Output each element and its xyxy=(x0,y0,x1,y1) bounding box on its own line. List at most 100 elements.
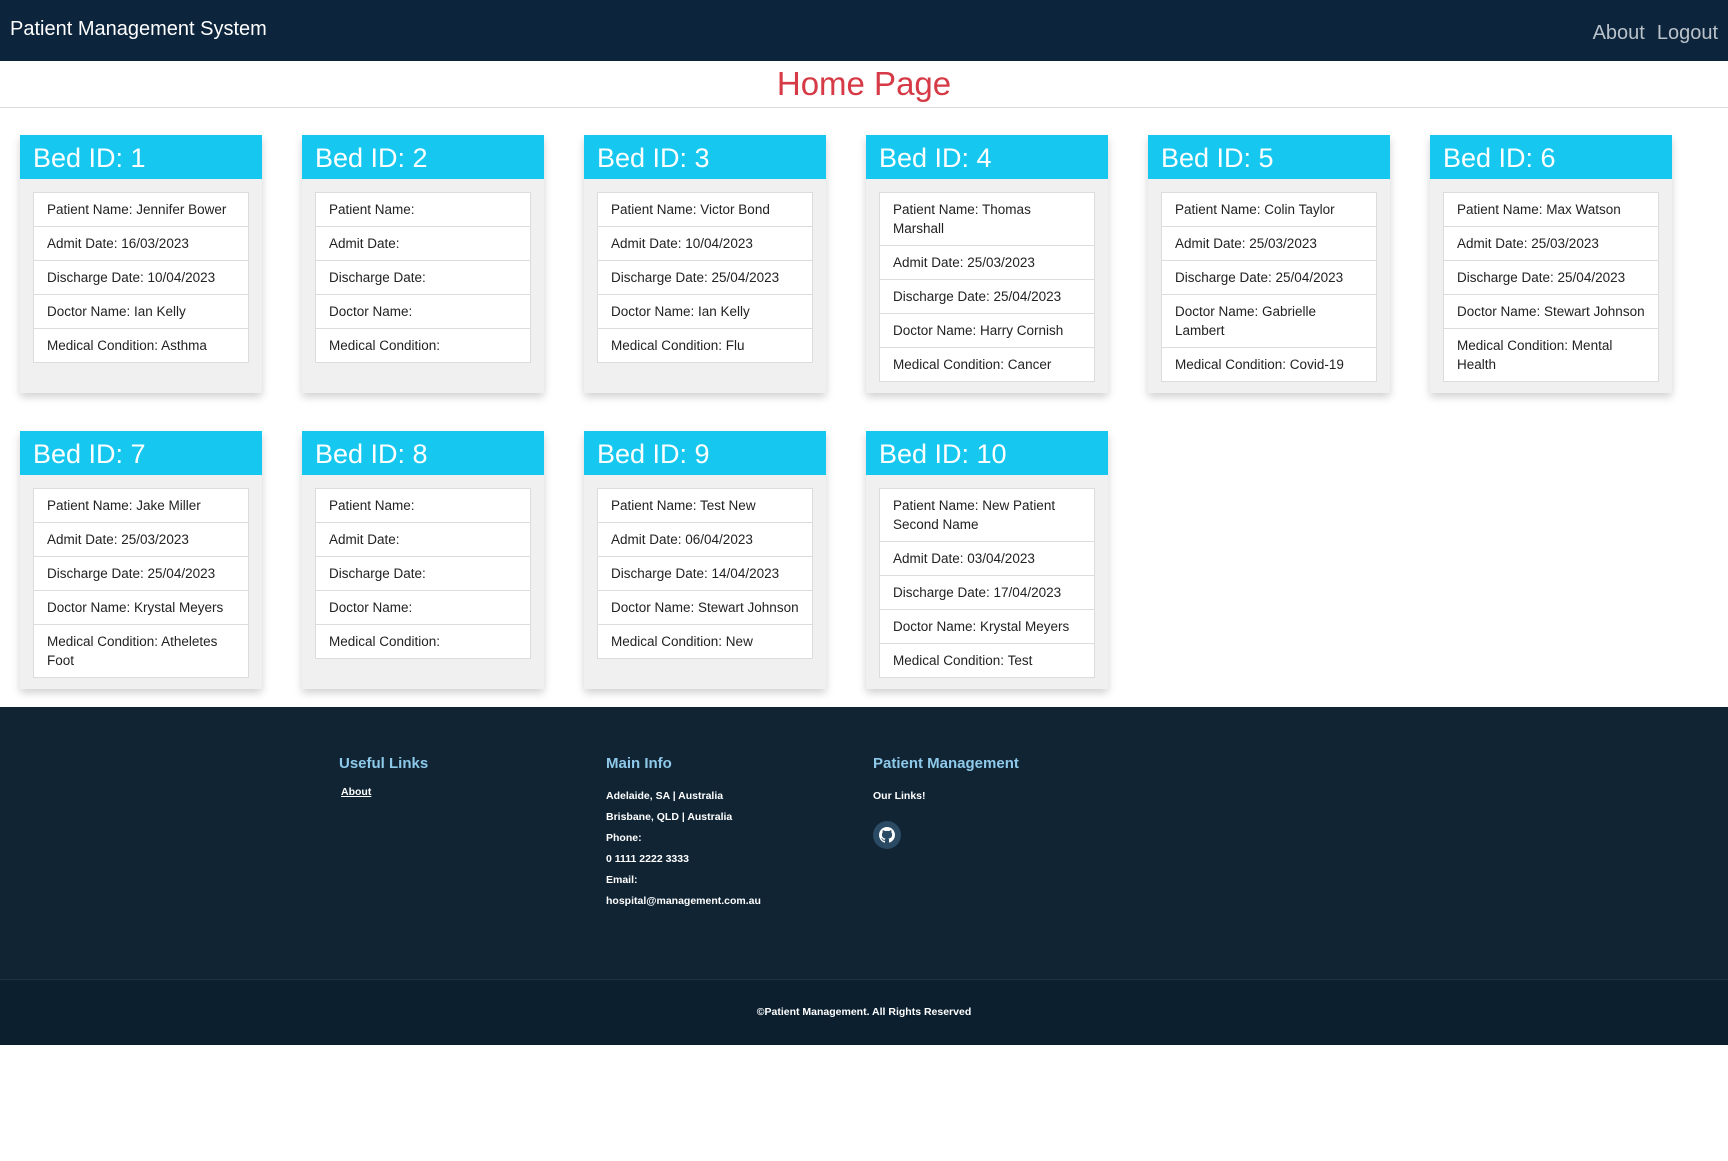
bed-admit-date: Admit Date: 03/04/2023 xyxy=(880,541,1094,575)
bed-admit-date: Admit Date: xyxy=(316,226,530,260)
bed-header: Bed ID: 3 xyxy=(584,135,826,179)
our-links-label: Our Links! xyxy=(873,790,926,802)
bed-admit-date: Admit Date: 25/03/2023 xyxy=(1162,226,1376,260)
github-icon xyxy=(879,827,895,843)
bed-discharge-date: Discharge Date: 17/04/2023 xyxy=(880,575,1094,609)
bed-medical-condition: Medical Condition: Flu xyxy=(598,328,812,362)
bed-header: Bed ID: 7 xyxy=(20,431,262,475)
bed-details-list: Patient Name: Admit Date: Discharge Date: D… xyxy=(315,192,531,363)
bed-card: Bed ID: 10 Patient Name: New Patient Seco… xyxy=(866,431,1108,689)
bed-discharge-date: Discharge Date: xyxy=(316,556,530,590)
bed-doctor-name: Doctor Name: Stewart Johnson xyxy=(598,590,812,624)
bed-admit-date: Admit Date: 25/03/2023 xyxy=(880,245,1094,279)
bed-header: Bed ID: 10 xyxy=(866,431,1108,475)
bed-medical-condition: Medical Condition: Asthma xyxy=(34,328,248,362)
main-info-list: Adelaide, SA | Australia Brisbane, QLD |… xyxy=(606,786,761,912)
bed-discharge-date: Discharge Date: 25/04/2023 xyxy=(880,279,1094,313)
bed-patient-name: Patient Name: xyxy=(329,202,415,217)
bed-doctor-name: Doctor Name: Harry Cornish xyxy=(880,313,1094,347)
bed-admit-date: Admit Date: xyxy=(316,522,530,556)
bed-header: Bed ID: 2 xyxy=(302,135,544,179)
bed-medical-condition: Medical Condition: xyxy=(316,624,530,658)
email-value: hospital@management.com.au xyxy=(606,895,761,907)
bed-patient-name: Patient Name: Jennifer Bower xyxy=(47,202,227,217)
bed-doctor-name: Doctor Name: Stewart Johnson xyxy=(1444,294,1658,328)
bed-details-list: Patient Name: Test New Admit Date: 06/04/… xyxy=(597,488,813,659)
bed-details-list: Patient Name: Jake Miller Admit Date: 25/… xyxy=(33,488,249,678)
footer-about-link[interactable]: About xyxy=(341,786,428,798)
bed-doctor-name: Doctor Name: Krystal Meyers xyxy=(34,590,248,624)
bed-patient-name: Patient Name: Test New xyxy=(611,498,756,513)
bed-discharge-date: Discharge Date: 10/04/2023 xyxy=(34,260,248,294)
bed-details-list: Patient Name: Admit Date: Discharge Date: D… xyxy=(315,488,531,659)
bed-patient-name: Patient Name: xyxy=(329,498,415,513)
bed-admit-date: Admit Date: 06/04/2023 xyxy=(598,522,812,556)
bed-card: Bed ID: 9 Patient Name: Test New Admit Dat… xyxy=(584,431,826,689)
page-title: Home Page xyxy=(776,65,952,102)
address-brisbane: Brisbane, QLD | Australia xyxy=(606,811,733,823)
bed-details-list: Patient Name: Jennifer Bower Admit Date: … xyxy=(33,192,249,363)
bed-patient-name: Patient Name: Max Watson xyxy=(1457,202,1621,217)
bed-doctor-name: Doctor Name: Gabrielle Lambert xyxy=(1162,294,1376,347)
footer-main-info: Main Info Adelaide, SA | Australia Brisb… xyxy=(606,755,761,912)
phone-label: Phone: xyxy=(606,832,642,844)
bed-discharge-date: Discharge Date: 25/04/2023 xyxy=(1444,260,1658,294)
bed-discharge-date: Discharge Date: 14/04/2023 xyxy=(598,556,812,590)
bed-details-list: Patient Name: New Patient Second Name Adm… xyxy=(879,488,1095,678)
bed-details-list: Patient Name: Victor Bond Admit Date: 10/… xyxy=(597,192,813,363)
bed-medical-condition: Medical Condition: Mental Health xyxy=(1444,328,1658,381)
phone-value: 0 1111 2222 3333 xyxy=(606,853,689,865)
bed-medical-condition: Medical Condition: Cancer xyxy=(880,347,1094,381)
bed-header: Bed ID: 9 xyxy=(584,431,826,475)
email-label: Email: xyxy=(606,874,638,886)
bed-card: Bed ID: 3 Patient Name: Victor Bond Admit … xyxy=(584,135,826,393)
bed-card: Bed ID: 4 Patient Name: Thomas Marshall Ad… xyxy=(866,135,1108,393)
bed-header: Bed ID: 1 xyxy=(20,135,262,179)
bed-header: Bed ID: 5 xyxy=(1148,135,1390,179)
bed-doctor-name: Doctor Name: Krystal Meyers xyxy=(880,609,1094,643)
brand-title[interactable]: Patient Management System xyxy=(10,18,267,41)
bed-discharge-date: Discharge Date: 25/04/2023 xyxy=(598,260,812,294)
bed-medical-condition: Medical Condition: xyxy=(316,328,530,362)
bed-card: Bed ID: 5 Patient Name: Colin Taylor Admit… xyxy=(1148,135,1390,393)
bed-patient-name: Patient Name: Colin Taylor xyxy=(1175,202,1335,217)
useful-links-heading: Useful Links xyxy=(339,755,429,772)
bed-patient-name: Patient Name: Jake Miller xyxy=(47,498,201,513)
bed-card: Bed ID: 7 Patient Name: Jake Miller Admit … xyxy=(20,431,262,689)
bed-patient-name: Patient Name: New Patient Second Name xyxy=(893,498,1056,532)
bed-header: Bed ID: 4 xyxy=(866,135,1108,179)
bed-doctor-name: Doctor Name: Ian Kelly xyxy=(34,294,248,328)
bed-medical-condition: Medical Condition: New xyxy=(598,624,812,658)
bed-card: Bed ID: 6 Patient Name: Max Watson Admit D… xyxy=(1430,135,1672,393)
bed-patient-name: Patient Name: Victor Bond xyxy=(611,202,770,217)
nav-links: About Logout xyxy=(1593,22,1718,45)
bed-card: Bed ID: 1 Patient Name: Jennifer Bower Adm… xyxy=(20,135,262,393)
footer-copyright: ©Patient Management. All Rights Reserved xyxy=(0,979,1728,1045)
bed-admit-date: Admit Date: 10/04/2023 xyxy=(598,226,812,260)
bed-card: Bed ID: 8 Patient Name: Admit Date: Dischar… xyxy=(302,431,544,689)
nav-logout-link[interactable]: Logout xyxy=(1657,22,1718,45)
patient-management-heading: Patient Management xyxy=(873,755,1019,772)
bed-admit-date: Admit Date: 25/03/2023 xyxy=(34,522,248,556)
bed-header: Bed ID: 6 xyxy=(1430,135,1672,179)
nav-about-link[interactable]: About xyxy=(1593,22,1645,45)
page-header: Home Page xyxy=(0,61,1728,108)
bed-admit-date: Admit Date: 16/03/2023 xyxy=(34,226,248,260)
bed-medical-condition: Medical Condition: Test xyxy=(880,643,1094,677)
bed-doctor-name: Doctor Name: Ian Kelly xyxy=(598,294,812,328)
navbar: Patient Management System About Logout xyxy=(0,0,1728,61)
bed-details-list: Patient Name: Max Watson Admit Date: 25/0… xyxy=(1443,192,1659,382)
footer-patient-management: Patient Management Our Links! xyxy=(873,755,1019,849)
bed-header: Bed ID: 8 xyxy=(302,431,544,475)
bed-grid: Bed ID: 1 Patient Name: Jennifer Bower Adm… xyxy=(0,108,1728,708)
bed-details-list: Patient Name: Thomas Marshall Admit Date:… xyxy=(879,192,1095,382)
bed-discharge-date: Discharge Date: 25/04/2023 xyxy=(1162,260,1376,294)
github-button[interactable] xyxy=(873,821,901,849)
bed-medical-condition: Medical Condition: Covid-19 xyxy=(1162,347,1376,381)
footer-main: Useful Links About Main Info Adelaide, S… xyxy=(0,707,1728,979)
bed-discharge-date: Discharge Date: 25/04/2023 xyxy=(34,556,248,590)
bed-medical-condition: Medical Condition: Atheletes Foot xyxy=(34,624,248,677)
address-adelaide: Adelaide, SA | Australia xyxy=(606,790,724,802)
footer-useful-links: Useful Links About xyxy=(339,755,428,798)
bed-card: Bed ID: 2 Patient Name: Admit Date: Dischar… xyxy=(302,135,544,393)
